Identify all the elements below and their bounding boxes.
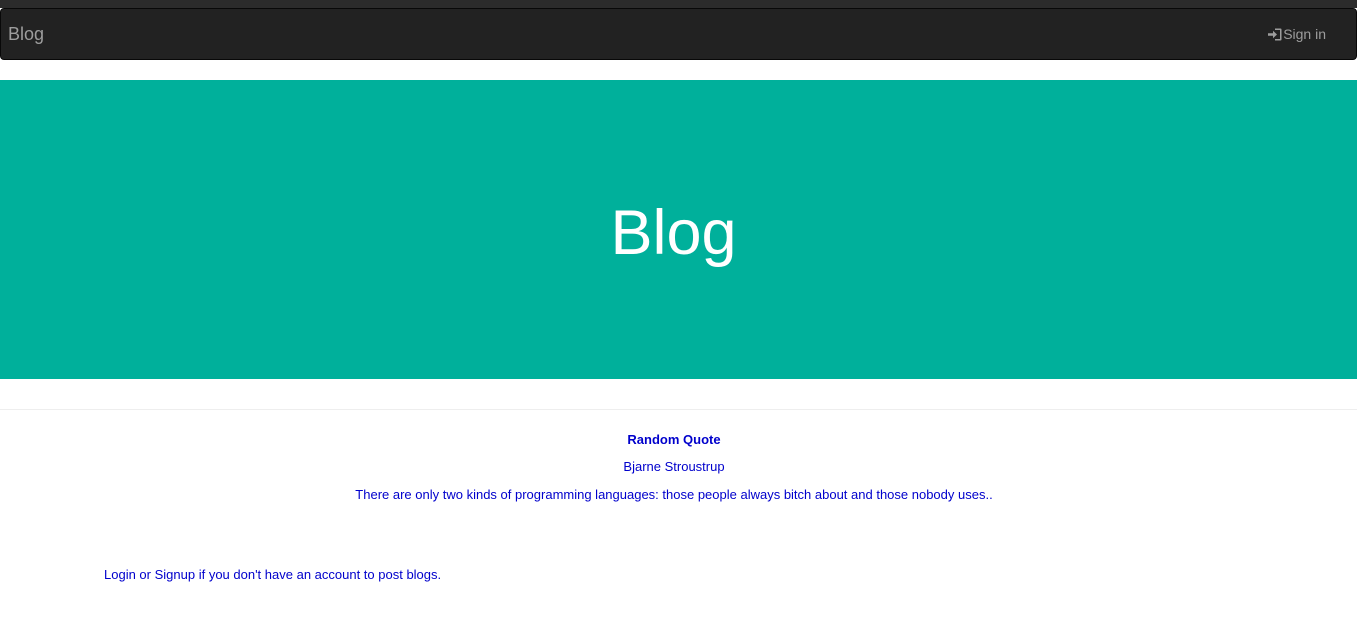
navbar-brand-link[interactable]: Blog [8,22,44,46]
quote-author: Bjarne Stroustrup [623,459,725,474]
quote-text: There are only two kinds of programming … [355,487,993,502]
login-note-rest: if you don't have an account to post blo… [195,567,442,582]
login-link[interactable]: Login [104,567,136,582]
section-divider [0,409,1357,410]
login-note: Login or Signup if you don't have an acc… [104,567,441,583]
hero-title: Blog [610,198,737,268]
log-in-icon [1268,28,1283,41]
login-note-or: or [135,567,155,582]
window-top-strip [0,0,1357,8]
signin-label: Sign in [1283,26,1326,42]
signin-link[interactable]: Sign in [1268,25,1326,43]
signup-link[interactable]: Signup [155,567,195,582]
quote-heading: Random Quote [627,432,721,447]
navbar: Blog Sign in [0,8,1357,60]
